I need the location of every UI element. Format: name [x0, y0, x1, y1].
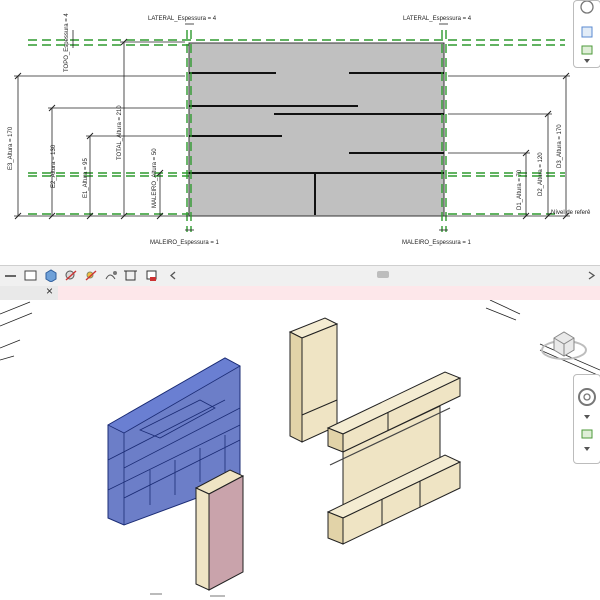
pink-column-model[interactable] — [194, 469, 245, 591]
tall-cabinet-model[interactable] — [288, 317, 339, 443]
elevation-view[interactable]: LATERAL_Espessura = 4 LATERAL_Espessura … — [0, 0, 600, 265]
visual-style-icon[interactable] — [44, 269, 57, 282]
full-navigation-wheel-icon[interactable] — [574, 375, 600, 463]
navigation-bar-top[interactable] — [573, 0, 600, 68]
shadows-icon[interactable] — [64, 269, 77, 282]
revit-window: LATERAL_Espessura = 4 LATERAL_Espessura … — [0, 0, 600, 600]
steering-wheel-icon[interactable] — [574, 0, 600, 67]
active-view-tab[interactable] — [58, 286, 600, 300]
scale-icon[interactable] — [4, 269, 17, 282]
e1-label: E1_Altura = 95 — [83, 157, 89, 198]
level-label: Nível de referê — [551, 210, 591, 216]
sun-path-icon[interactable] — [84, 269, 97, 282]
show-crop-icon[interactable] — [145, 269, 158, 282]
topo-label: TOPO_Espessura = 4 — [64, 13, 70, 72]
crop-icon[interactable] — [124, 269, 137, 282]
horizontal-scrollbar-thumb[interactable] — [377, 271, 389, 278]
view-tab-bar: × — [0, 284, 600, 301]
close-icon[interactable]: × — [46, 284, 53, 298]
e3-label: E3_Altura = 170 — [8, 126, 14, 170]
lateral-left-label: LATERAL_Espessura = 4 — [148, 16, 217, 22]
lateral-right-label: LATERAL_Espessura = 4 — [403, 16, 472, 22]
model-graphics-icon[interactable] — [24, 269, 37, 282]
render-icon[interactable] — [104, 269, 117, 282]
maleiro-left-label: MALEIRO_Espessura = 1 — [150, 240, 220, 246]
total-label: TOTAL_Altura = 210 — [117, 105, 123, 160]
maleiro-right-label: MALEIRO_Espessura = 1 — [402, 240, 472, 246]
d1-label: D1_Altura = 70 — [517, 169, 523, 210]
d3-label: D3_Altura = 170 — [557, 124, 563, 168]
tv-unit-model[interactable] — [326, 371, 462, 545]
hide-icon[interactable] — [167, 269, 180, 282]
maleiro-altura-label: MALEIRO_Altura = 50 — [152, 148, 158, 208]
elevation-drawing: LATERAL_Espessura = 4 LATERAL_Espessura … — [8, 13, 591, 246]
viewcube-icon[interactable] — [538, 324, 590, 364]
3d-model-drawing — [0, 300, 600, 597]
scroll-right-arrow[interactable] — [585, 269, 598, 282]
e2-label: E2_Altura = 130 — [51, 144, 57, 188]
view-control-bar — [0, 265, 600, 287]
navigation-bar-3d[interactable] — [573, 374, 600, 464]
d2-label: D2_Altura = 120 — [538, 152, 544, 196]
3d-view[interactable] — [0, 300, 600, 600]
